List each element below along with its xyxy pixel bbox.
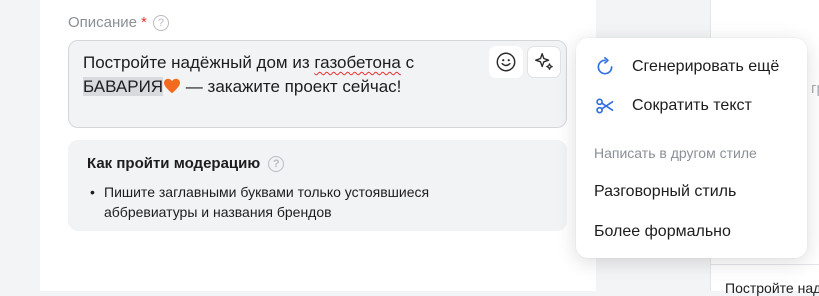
text-segment: — закажите проект сейчас! <box>181 77 402 96</box>
question-circle-icon[interactable]: ? <box>152 14 169 31</box>
menu-item-label: Более формально <box>594 223 731 240</box>
preview-text: Постройте над <box>725 280 819 296</box>
menu-item-label: Разговорный стиль <box>594 183 737 200</box>
ai-actions-menu: Сгенерировать ещё Сократить текст Написа… <box>576 38 807 258</box>
text-segment: Постройте надёжный дом из <box>83 53 315 72</box>
menu-item-formal[interactable]: Более формально <box>576 214 807 250</box>
required-mark: * <box>141 14 147 31</box>
sparkles-icon <box>535 53 553 70</box>
description-label: Описание * ? <box>68 14 169 31</box>
menu-item-regenerate[interactable]: Сгенерировать ещё <box>576 49 807 85</box>
ai-assistant-button[interactable] <box>527 46 561 78</box>
orange-heart-emoji-icon <box>164 78 181 94</box>
selected-word: БАВАРИЯ <box>83 77 164 96</box>
menu-item-label: Сгенерировать ещё <box>632 58 780 75</box>
menu-item-shorten[interactable]: Сократить текст <box>576 88 807 124</box>
preview-fragment-text: гру <box>811 80 819 97</box>
description-textarea[interactable]: Постройте надёжный дом из газобетона с БА… <box>68 40 567 128</box>
menu-item-label: Сократить текст <box>632 97 752 114</box>
misspelled-word: газобетона <box>314 53 401 72</box>
menu-section-title: Написать в другом стиле <box>594 145 757 161</box>
moderation-title: Как пройти модерацию ? <box>87 155 285 172</box>
refresh-icon <box>597 57 613 75</box>
bullet: • <box>90 184 95 200</box>
moderation-title-text: Как пройти модерацию <box>87 155 261 172</box>
scissors-icon <box>596 98 614 114</box>
left-background <box>0 0 40 291</box>
emoji-button[interactable] <box>489 46 523 78</box>
text-segment: с <box>400 53 415 72</box>
description-text[interactable]: Постройте надёжный дом из газобетона с БА… <box>83 51 483 99</box>
moderation-hint: Как пройти модерацию ? • Пишите заглавны… <box>68 140 567 231</box>
description-label-text: Описание <box>68 14 138 31</box>
preview-divider <box>711 264 819 265</box>
moderation-tip-text: Пишите заглавными буквами только устоявш… <box>104 184 430 220</box>
moderation-tip: • Пишите заглавными буквами только устоя… <box>90 182 470 222</box>
question-circle-icon[interactable]: ? <box>268 155 285 172</box>
smiley-icon <box>496 52 516 72</box>
menu-item-conversational[interactable]: Разговорный стиль <box>576 174 807 210</box>
